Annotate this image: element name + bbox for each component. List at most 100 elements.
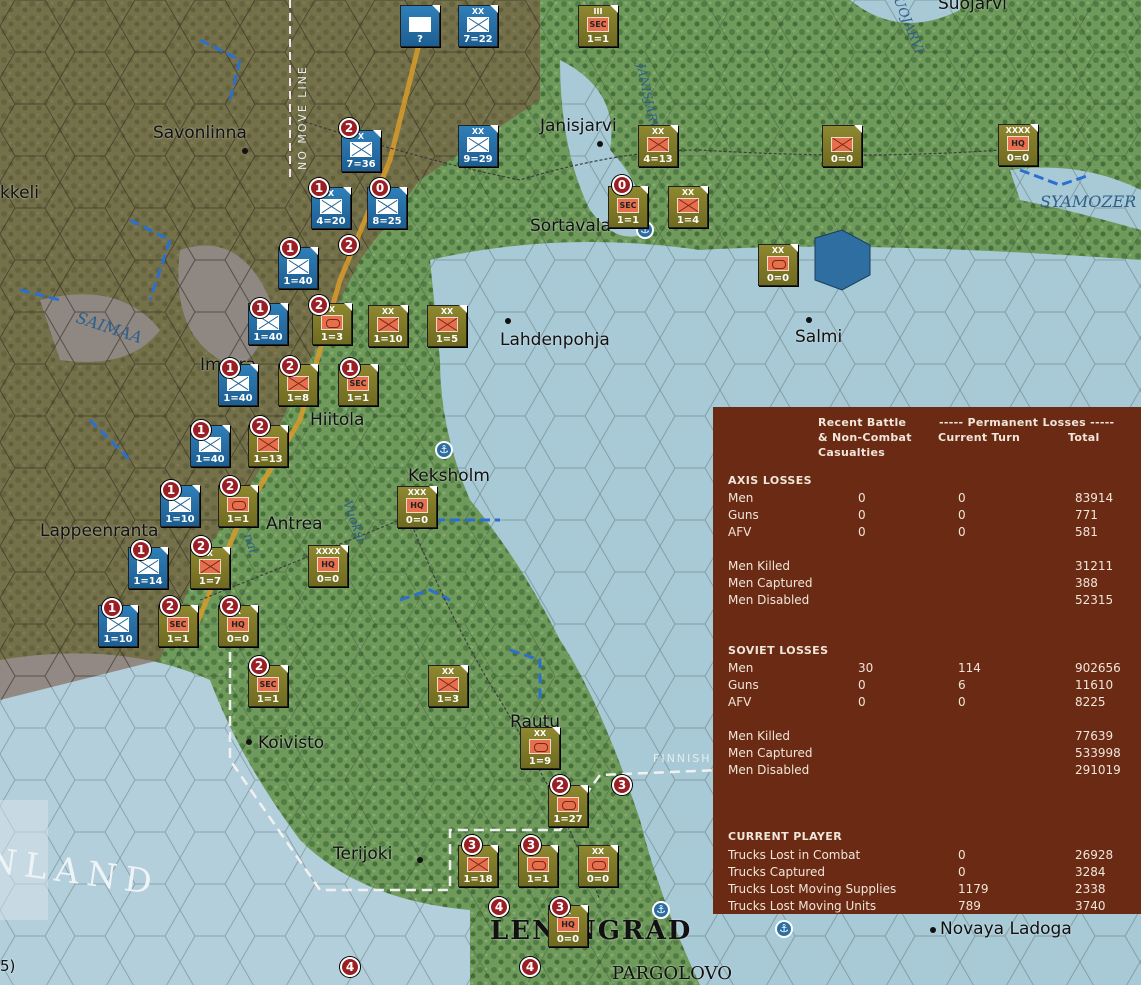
town-dot (242, 148, 248, 154)
row-label: Men Killed (728, 729, 791, 743)
soviet-unit-counter[interactable]: XX 1=9 (520, 727, 560, 769)
town-dot (597, 141, 603, 147)
unit-flag-icon (429, 486, 437, 494)
current-player-title: CURRENT PLAYER (728, 830, 843, 843)
port-anchor-icon[interactable]: ⚓ (435, 441, 453, 459)
unit-strength: 1=10 (103, 634, 133, 645)
row-total: 2338 (1075, 882, 1106, 896)
unit-flag-icon (250, 485, 258, 493)
soviet-row-killed: Men Killed 77639 (728, 729, 1128, 746)
action-points-badge: 1 (340, 358, 360, 378)
soviet-unit-counter[interactable]: 0=0 (822, 125, 862, 167)
row-total: 3284 (1075, 865, 1106, 879)
soviet-unit-counter[interactable]: XX 0=0 (758, 244, 798, 286)
soviet-unit-counter[interactable]: III SEC 1=1 (578, 5, 618, 47)
action-points-badge: 3 (612, 775, 632, 795)
soviet-unit-counter[interactable]: XX 4=13 (638, 125, 678, 167)
unit-strength: 0=0 (1006, 153, 1030, 164)
axis-unit-counter[interactable]: ? (400, 5, 440, 47)
unit-flag-icon (400, 305, 408, 313)
unit-strength: ? (417, 34, 423, 45)
finnish-border-label: FINNISH (653, 752, 712, 765)
unit-strength: 0=0 (586, 874, 610, 885)
row-label: Guns (728, 678, 759, 692)
soviet-row-afv: AFV 0 0 8225 (728, 695, 1128, 712)
axis-row-afv: AFV 0 0 581 (728, 525, 1128, 542)
action-points-badge: 3 (550, 897, 570, 917)
action-points-badge: 1 (161, 480, 181, 500)
place-pargolovo: PARGOLOVO (612, 963, 732, 984)
unit-flag-icon (222, 547, 230, 555)
place-suojarvi: Suojarvi (938, 0, 1007, 14)
soviet-unit-counter[interactable]: XX 1=4 (668, 186, 708, 228)
sec-symbol-icon: SEC (347, 376, 369, 391)
axis-unit-counter[interactable]: XX 7=22 (458, 5, 498, 47)
inf-symbol-icon (377, 317, 399, 332)
place-sortavala: Sortavala (530, 216, 611, 236)
port-anchor-icon[interactable]: ⚓ (652, 901, 670, 919)
unit-flag-icon (310, 247, 318, 255)
inf-symbol-icon (320, 199, 342, 214)
soviet-unit-counter[interactable]: XX 1=10 (368, 305, 408, 347)
port-anchor-icon[interactable]: ⚓ (775, 920, 793, 938)
unit-strength: 0=0 (316, 574, 340, 585)
place-hiitola: Hiitola (310, 410, 365, 430)
inf-symbol-icon (467, 137, 489, 152)
inf-symbol-icon (467, 857, 489, 872)
row-total: 581 (1075, 525, 1098, 539)
unit-flag-icon (280, 303, 288, 311)
unit-flag-icon (373, 130, 381, 138)
arm-symbol-icon (557, 797, 579, 812)
row-label: Men Killed (728, 559, 791, 573)
unit-strength: 1=1 (526, 874, 550, 885)
header-permanent-losses: ----- Permanent Losses ----- (939, 416, 1115, 429)
unit-strength: 1=1 (226, 514, 250, 525)
soviet-unit-counter[interactable]: XXXX HQ 0=0 (998, 124, 1038, 166)
row-recent: 0 (858, 695, 866, 709)
town-dot (806, 317, 812, 323)
header-non-combat: & Non-Combat (818, 431, 912, 444)
inf-symbol-icon (287, 376, 309, 391)
row-recent: 0 (858, 491, 866, 505)
row-label: Men (728, 661, 754, 675)
row-label: Trucks Lost Moving Supplies (728, 882, 897, 896)
unit-flag-icon (192, 485, 200, 493)
unit-flag-icon (190, 605, 198, 613)
town-dot (417, 857, 423, 863)
unit-strength: 1=18 (463, 874, 493, 885)
soviet-unit-counter[interactable]: XX 0=0 (578, 845, 618, 887)
soviet-unit-counter[interactable]: XX 1=3 (428, 665, 468, 707)
inf-symbol-icon (287, 259, 309, 274)
place-leningrad: LENINGRAD (490, 916, 693, 946)
row-total: 388 (1075, 576, 1098, 590)
trucks-row: Trucks Lost Moving Supplies 1179 2338 (728, 882, 1128, 899)
row-total: 26928 (1075, 848, 1114, 862)
axis-unit-counter[interactable]: XX 9=29 (458, 125, 498, 167)
place-keksholm: Keksholm (408, 466, 490, 486)
unit-strength: 1=7 (198, 576, 222, 587)
row-turn: 0 (958, 848, 966, 862)
action-points-badge: 1 (220, 358, 240, 378)
axis-row-disabled: Men Disabled 52315 (728, 593, 1128, 610)
hq-symbol-icon: HQ (317, 557, 339, 572)
unit-strength: 1=40 (195, 454, 225, 465)
row-turn: 114 (958, 661, 981, 675)
action-points-badge: 2 (339, 118, 359, 138)
sec-symbol-icon: SEC (617, 198, 639, 213)
unit-strength: 1=1 (586, 34, 610, 45)
sea-syamozer: SYAMOZER (1040, 192, 1137, 211)
unit-strength: 0=0 (830, 154, 854, 165)
row-total: 8225 (1075, 695, 1106, 709)
losses-panel: Recent Battle & Non-Combat Casualties --… (713, 407, 1141, 914)
row-label: AFV (728, 525, 752, 539)
unit-strength: 9=29 (463, 154, 493, 165)
inf-symbol-icon (376, 199, 398, 214)
soviet-unit-counter[interactable]: XXXX HQ 0=0 (308, 545, 348, 587)
row-recent: 0 (858, 678, 866, 692)
unit-flag-icon (580, 905, 588, 913)
unit-flag-icon (432, 5, 440, 13)
header-recent-battle: Recent Battle (818, 416, 907, 429)
header-current-turn: Current Turn (938, 431, 1021, 444)
soviet-unit-counter[interactable]: XXX HQ 0=0 (397, 486, 437, 528)
soviet-unit-counter[interactable]: XX 1=5 (427, 305, 467, 347)
